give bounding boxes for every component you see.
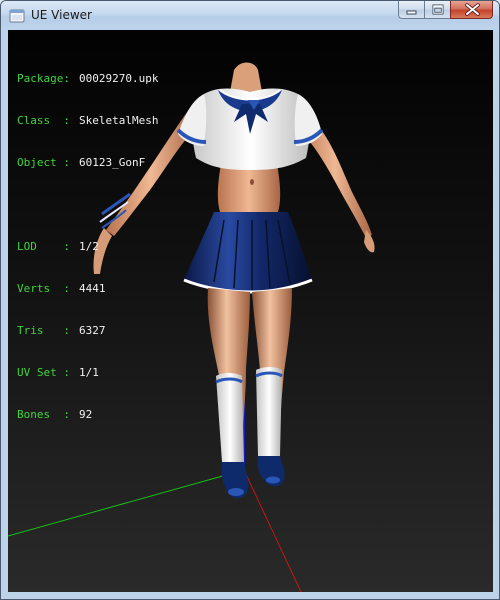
info-row-verts: Verts : 4441 — [17, 282, 158, 296]
info-row-object: Object : 60123_GonF — [17, 156, 158, 170]
ue-viewer-window: UE Viewer Package: 00029270.upk Class: … — [0, 0, 500, 600]
minimize-icon — [406, 10, 417, 15]
info-key: Tris : — [17, 324, 70, 337]
axis-x-line — [243, 469, 303, 594]
info-value: 1/1 — [79, 366, 99, 379]
info-value: 6327 — [79, 324, 106, 337]
info-key: UV Set : — [17, 366, 70, 379]
info-row-tris: Tris : 6327 — [17, 324, 158, 338]
minimize-button[interactable] — [398, 1, 424, 19]
close-button[interactable] — [450, 1, 493, 19]
info-key: Bones : — [17, 408, 70, 421]
close-icon — [465, 3, 480, 16]
info-row-uvset: UV Set : 1/1 — [17, 366, 158, 380]
axis-y-line — [8, 469, 245, 537]
info-row-bones: Bones : 92 — [17, 408, 158, 422]
window-bottom-border[interactable] — [1, 592, 499, 599]
maximize-icon — [432, 4, 444, 15]
maximize-button[interactable] — [424, 1, 450, 19]
info-key: Class : — [17, 114, 70, 127]
title-bar[interactable]: UE Viewer — [1, 1, 499, 30]
info-row-class: Class : SkeletalMesh — [17, 114, 158, 128]
info-key: Package: — [17, 72, 70, 85]
info-value: SkeletalMesh — [79, 114, 159, 127]
info-key: LOD : — [17, 240, 70, 253]
info-key: Object : — [17, 156, 70, 169]
info-value: 60123_GonF — [79, 156, 146, 169]
info-row-lod: LOD : 1/2 — [17, 240, 158, 254]
info-value: 00029270.upk — [79, 72, 159, 85]
info-value: 92 — [79, 408, 93, 421]
info-spacer — [17, 198, 158, 212]
3d-viewport[interactable]: Package: 00029270.upk Class : SkeletalMesh… — [8, 30, 493, 594]
window-title: UE Viewer — [31, 8, 92, 22]
caption-buttons — [398, 1, 493, 20]
mesh-info-panel: Package: 00029270.upk Class : SkeletalMesh… — [17, 44, 158, 450]
info-row-package: Package: 00029270.upk — [17, 72, 158, 86]
info-value: 1/2 — [79, 240, 99, 253]
info-key: Verts : — [17, 282, 70, 295]
info-value: 4441 — [79, 282, 106, 295]
app-icon — [9, 9, 25, 23]
